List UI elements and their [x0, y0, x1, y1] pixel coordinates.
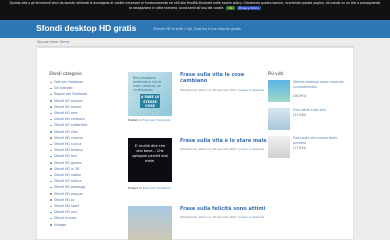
popular-item-count: (17.619): [293, 146, 307, 150]
cookie-text: Questo sito o gli strumenti terzi da que…: [9, 1, 381, 10]
popular-item-title[interactable]: Sfondo desktop mare tropicale incontamin…: [293, 80, 347, 89]
popular-item-title[interactable]: Frasi belle sulla vita: [293, 108, 347, 113]
post-item: Frase sulla felicità sono attimi Publish…: [128, 206, 268, 240]
author-link[interactable]: admin: [199, 88, 208, 92]
leave-response-link[interactable]: Leave a response: [240, 147, 265, 151]
meta-prefix: Published by: [180, 147, 198, 151]
breadcrumb-prefix: You are here:: [37, 40, 59, 44]
post-meta: Published by admin on 20 Gennaio 2017 | …: [180, 88, 265, 92]
category-link[interactable]: Frasi per Facebook: [143, 186, 171, 190]
meta-prefix: Published by: [180, 88, 198, 92]
popular-item: Sfondo desktop mare tropicale incontamin…: [268, 80, 348, 108]
post-meta: Published by admin on 20 Gennaio 2017 | …: [180, 147, 265, 151]
site-header: Sfondi desktop HD gratis Sfondi HD di tu…: [0, 20, 390, 38]
post-thumbnail[interactable]: E' inutile dire che stai bene... Che spi…: [128, 138, 172, 182]
thumbnail-quote: Non possiamo pretendere che le cose camb…: [133, 76, 162, 92]
cookie-banner: Questo sito o gli strumenti terzi da que…: [0, 0, 390, 20]
thumbnail-quote: E' inutile dire che stai bene... Che spi…: [132, 144, 168, 163]
popular-item-count: (21.545): [293, 113, 307, 117]
popular-sidebar: Più visti Sfondo desktop mare tropicale …: [268, 71, 348, 164]
leave-response-link[interactable]: Leave a response: [240, 215, 265, 219]
popular-thumbnail[interactable]: [268, 136, 290, 158]
cookie-ok-button[interactable]: OK: [226, 5, 235, 10]
meta-on: on: [208, 147, 212, 151]
popular-item: Frasi belle sulla vita (21.545): [268, 108, 348, 136]
popular-thumbnail[interactable]: [268, 108, 290, 130]
category-prefix: Posted in: [128, 118, 142, 122]
breadcrumb-home-link[interactable]: Home: [60, 40, 70, 44]
sidebar-item-vintage[interactable]: Vintage: [49, 222, 111, 228]
post-item: Non possiamo pretendere che le cose camb…: [128, 72, 268, 124]
popular-thumbnail[interactable]: [268, 80, 290, 102]
post-meta: Published by admin on 20 Gennaio 2017 | …: [180, 215, 265, 219]
meta-on: on: [208, 88, 212, 92]
post-title[interactable]: Frase sulla vita le cose cambiano: [180, 72, 270, 84]
post-thumbnail[interactable]: Non possiamo pretendere che le cose camb…: [128, 72, 172, 116]
thumbnail-caption-box: A FARE LE STESSE COSE: [140, 94, 160, 108]
breadcrumb: You are here: Home: [37, 40, 69, 44]
privacy-policy-button[interactable]: Privacy Policy: [236, 5, 262, 10]
post-date: 20 Gennaio 2017: [212, 147, 237, 151]
popular-title: Più visti: [268, 71, 284, 76]
post-category: Posted in Frasi per Facebook: [128, 186, 171, 190]
post-thumbnail[interactable]: [128, 206, 172, 240]
category-prefix: Posted in: [128, 186, 142, 190]
post-title[interactable]: Frase sulla vita e lo stare male: [180, 138, 270, 144]
site-title[interactable]: Sfondi desktop HD gratis: [36, 23, 136, 33]
post-date: 20 Gennaio 2017: [212, 215, 237, 219]
sidebar-title: Sfondi categorie: [49, 71, 82, 76]
categories-sidebar: Sfondi categorie Foto per Facebook Gif a…: [49, 71, 111, 228]
category-link[interactable]: Frasi per Facebook: [143, 118, 171, 122]
post-category: Posted in Frasi per Facebook: [128, 118, 171, 122]
divider: [36, 46, 354, 47]
popular-item-title[interactable]: Frasi sulla vita corree dalle persone: [293, 136, 347, 145]
site-tagline: Sfondi HD di tutti i tipi. Scarica il tu…: [153, 27, 241, 31]
thumbnail-image: [128, 206, 172, 240]
popular-item-count: (26.891): [293, 94, 307, 98]
meta-prefix: Published by: [180, 215, 198, 219]
post-title[interactable]: Frase sulla felicità sono attimi: [180, 206, 270, 212]
popular-item: Frasi sulla vita corree dalle persone (1…: [268, 136, 348, 164]
category-list: Foto per Facebook Gif animate Regalo per…: [49, 79, 111, 228]
meta-on: on: [208, 215, 212, 219]
author-link[interactable]: admin: [199, 215, 208, 219]
post-date: 20 Gennaio 2017: [212, 88, 237, 92]
leave-response-link[interactable]: Leave a response: [240, 88, 265, 92]
author-link[interactable]: admin: [199, 147, 208, 151]
post-item: E' inutile dire che stai bene... Che spi…: [128, 138, 268, 190]
